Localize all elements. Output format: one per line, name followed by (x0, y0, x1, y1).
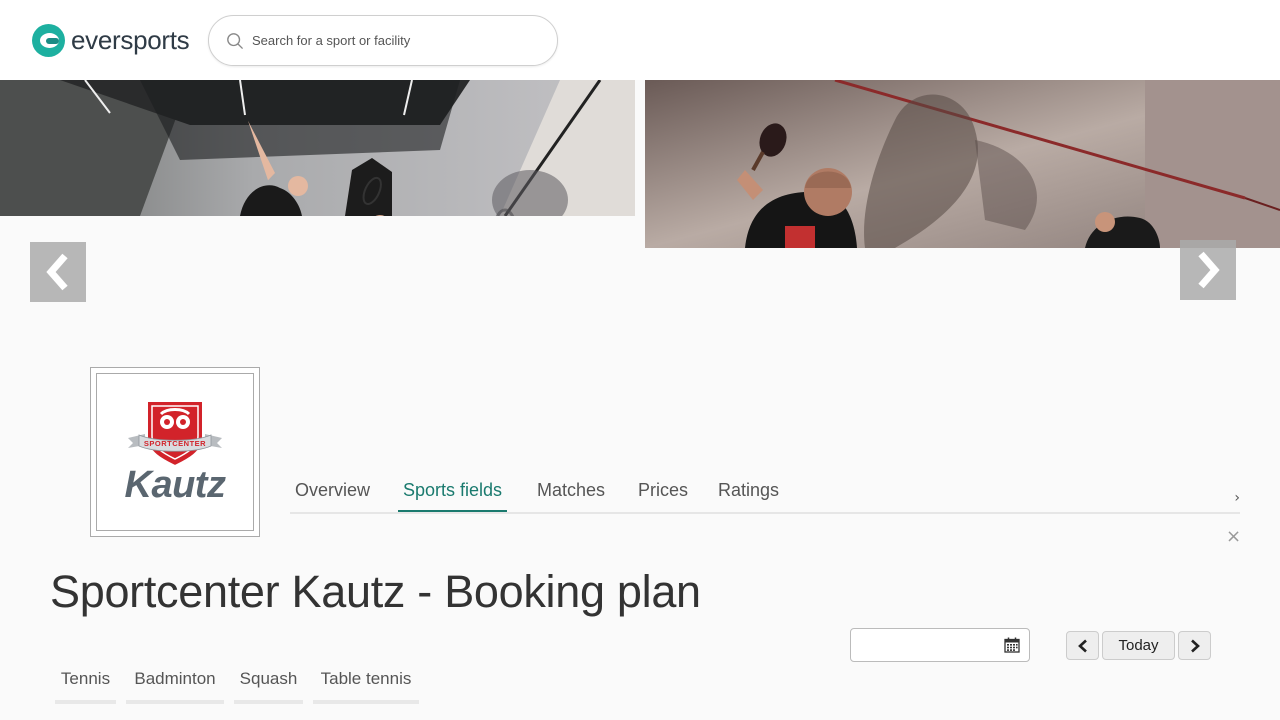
tab-sports-fields[interactable]: Sports fields (398, 480, 508, 512)
sport-tab-squash[interactable]: Squash (234, 668, 303, 704)
calendar-icon[interactable] (1004, 637, 1020, 653)
gallery-prev-button[interactable] (30, 242, 86, 302)
tab-overview[interactable]: Overview (290, 480, 375, 512)
sport-tab-tennis[interactable]: Tennis (55, 668, 116, 704)
tabs-scroll-right-icon[interactable]: › (1234, 490, 1240, 506)
venue-logo: SPORTCENTER Kautz (90, 367, 260, 537)
sport-tab-badminton[interactable]: Badminton (126, 668, 224, 704)
brand-name: eversports (71, 24, 190, 55)
svg-text:SPORTCENTER: SPORTCENTER (144, 439, 206, 448)
venue-logo-wordmark: Kautz (124, 463, 226, 506)
gallery-next-button[interactable] (1180, 240, 1236, 300)
sport-tab-table-tennis[interactable]: Table tennis (313, 668, 419, 704)
chevron-right-icon (1198, 251, 1220, 289)
sportcenter-badge-icon: SPORTCENTER (128, 399, 222, 467)
venue-tabs: Overview Sports fields Matches Prices Ra… (290, 470, 1240, 514)
close-icon[interactable]: × (1226, 526, 1241, 547)
chevron-right-icon (1190, 639, 1200, 652)
eversports-logo-icon (32, 23, 65, 57)
page-title: Sportcenter Kautz - Booking plan (50, 566, 701, 617)
chevron-left-icon (1077, 639, 1087, 652)
search-icon (227, 32, 243, 49)
chevron-left-icon (46, 253, 68, 291)
next-day-button[interactable] (1178, 631, 1211, 660)
tab-ratings[interactable]: Ratings (713, 480, 784, 512)
search-input[interactable] (252, 33, 532, 48)
date-picker-field[interactable] (850, 628, 1030, 662)
search-bar[interactable] (208, 15, 558, 66)
eversports-logo[interactable]: eversports (32, 22, 190, 58)
gallery-photo-squash (0, 80, 635, 216)
today-button[interactable]: Today (1102, 631, 1175, 660)
top-header: eversports (0, 0, 1280, 80)
tab-prices[interactable]: Prices (633, 480, 693, 512)
previous-day-button[interactable] (1066, 631, 1099, 660)
tab-matches[interactable]: Matches (532, 480, 610, 512)
gallery-photo-table-tennis (645, 80, 1280, 248)
